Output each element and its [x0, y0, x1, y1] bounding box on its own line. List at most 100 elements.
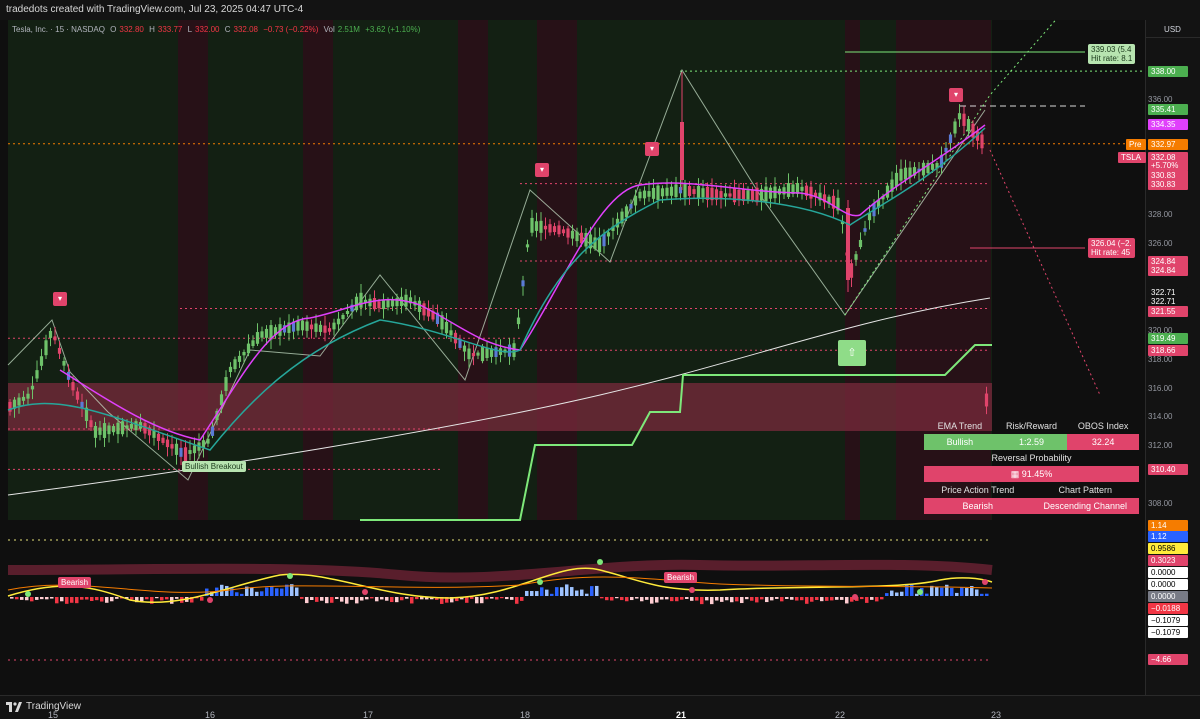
price-action-value: Bearish	[924, 498, 1032, 514]
candle-body	[305, 321, 309, 331]
indicator-histogram-bar	[75, 597, 79, 604]
indicator-histogram-bar	[815, 597, 819, 601]
candle-body	[30, 385, 35, 390]
sell-signal-icon: ▾	[645, 142, 659, 156]
indicator-histogram-bar	[465, 597, 469, 603]
candle-body	[233, 359, 237, 370]
candle-body	[962, 113, 966, 126]
indicator-histogram-bar	[950, 587, 954, 596]
indicator-histogram-bar	[655, 597, 659, 603]
candle-body	[318, 324, 323, 332]
indicator-histogram-bar	[590, 586, 594, 596]
candle-body	[264, 328, 269, 338]
indicator-histogram-bar	[380, 597, 384, 600]
candle-body	[800, 186, 804, 191]
indicator-histogram-bar	[690, 597, 694, 601]
indicator-histogram-bar	[785, 597, 789, 599]
candle-body	[494, 347, 498, 357]
indicator-histogram-bar	[275, 588, 279, 596]
candle-body	[746, 190, 750, 200]
indicator-histogram-bar	[155, 597, 159, 599]
indicator-histogram-bar	[750, 597, 754, 601]
indicator-histogram-bar	[300, 597, 304, 599]
price-axis-label: 316.00	[1148, 383, 1173, 393]
candle-body	[300, 320, 305, 331]
candle-body	[899, 168, 903, 181]
candle-body	[723, 193, 728, 197]
indicator-histogram-bar	[800, 597, 804, 601]
candle-body	[422, 303, 426, 316]
price-chart[interactable]	[0, 20, 1145, 695]
indicator-histogram-bar	[670, 597, 674, 602]
symbol-legend: Tesla, Inc. · 15 · NASDAQ O 332.80 H 333.7…	[12, 25, 423, 34]
candle-body	[642, 190, 647, 199]
indicator-histogram-bar	[360, 597, 364, 601]
indicator-histogram-bar	[490, 597, 494, 599]
indicator-histogram-bar	[615, 597, 619, 599]
tradingview-icon	[6, 701, 22, 712]
candle-body	[224, 377, 228, 391]
candle-body	[624, 206, 629, 218]
indicator-histogram-bar	[95, 597, 99, 601]
candle-body	[399, 296, 404, 307]
candle-body	[53, 336, 57, 341]
time-axis-tick: 22	[834, 710, 846, 719]
candle-body	[512, 343, 516, 357]
indicator-histogram-bar	[775, 597, 779, 599]
indicator-histogram-bar	[35, 597, 39, 600]
obos-header: OBOS Index	[1077, 421, 1129, 431]
indicator-histogram-bar	[935, 586, 939, 596]
indicator-histogram-bar	[405, 597, 409, 599]
indicator-histogram-bar	[145, 597, 149, 600]
candle-body	[750, 189, 755, 201]
indicator-histogram-bar	[280, 588, 284, 596]
candle-body	[242, 352, 246, 356]
open-label: O	[110, 25, 117, 34]
candle-body	[260, 331, 264, 338]
indicator-histogram-bar	[65, 597, 69, 604]
close-value: 332.08	[233, 25, 258, 34]
candle-body	[660, 188, 665, 197]
candle-body	[228, 366, 233, 372]
candle-body	[183, 447, 188, 463]
candle-body	[948, 134, 953, 144]
time-axis-tick: 16	[204, 710, 216, 719]
candle-body	[606, 232, 611, 237]
indicator-histogram-bar	[525, 590, 529, 596]
indicator-histogram-bar	[720, 597, 724, 602]
currency-label[interactable]: USD	[1145, 22, 1200, 38]
candle-body	[548, 224, 552, 233]
open-value: 332.80	[119, 25, 144, 34]
price-axis-label: 312.00	[1148, 441, 1173, 451]
indicator-histogram-bar	[595, 585, 599, 596]
indicator-histogram-bar	[175, 597, 179, 599]
candle-body	[327, 328, 332, 332]
candle-body	[93, 425, 98, 438]
indicator-histogram-bar	[100, 597, 104, 602]
lower-target-hit-rate: Hit rate: 45	[1091, 248, 1131, 257]
indicator-histogram-bar	[650, 597, 654, 604]
indicator-tag: 0.0000	[1148, 567, 1188, 578]
candle-body	[782, 187, 786, 195]
indicator-histogram-bar	[165, 597, 169, 600]
indicator-histogram-bar	[255, 591, 259, 596]
indicator-histogram-bar	[270, 586, 274, 596]
indicator-histogram-bar	[770, 597, 774, 601]
candle-body	[62, 361, 66, 366]
low-label: L	[187, 25, 193, 34]
indicator-histogram-bar	[560, 587, 564, 596]
chart-zone	[8, 20, 992, 520]
candle-body	[48, 330, 53, 338]
indicator-histogram-bar	[90, 597, 94, 602]
bearish-zone	[303, 20, 333, 520]
candle-body	[386, 300, 390, 308]
candle-body	[35, 370, 39, 379]
indicator-histogram-bar	[545, 589, 549, 596]
candle-body	[957, 113, 962, 120]
time-axis[interactable]	[0, 695, 1200, 719]
candle-body	[161, 437, 165, 443]
indicator-tag: −0.1079	[1148, 615, 1188, 626]
indicator-histogram-bar	[830, 597, 834, 601]
reversal-value: ▦ 91.45%	[924, 466, 1139, 482]
candle-body	[633, 195, 638, 206]
